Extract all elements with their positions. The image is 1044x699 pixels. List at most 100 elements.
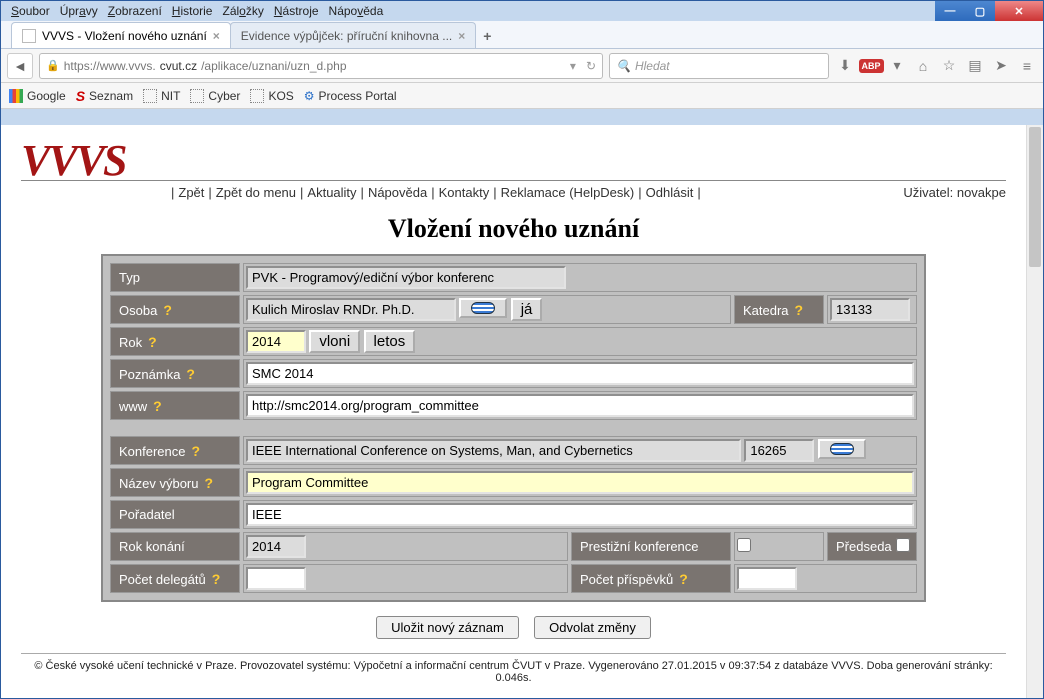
help-icon[interactable]: ?: [795, 302, 804, 318]
label-prestizni: Prestižní konference: [571, 532, 731, 561]
nav-toolbar: ◄ 🔒 https://www.vvvs.cvut.cz/aplikace/uz…: [1, 49, 1043, 83]
home-icon[interactable]: ⌂: [913, 56, 933, 76]
nav-kontakty[interactable]: Kontakty: [435, 185, 494, 200]
bookmark-star-icon[interactable]: ☆: [939, 56, 959, 76]
letos-button[interactable]: letos: [364, 330, 416, 353]
bookmark-seznam[interactable]: S Seznam: [76, 88, 133, 104]
help-icon[interactable]: ?: [212, 571, 221, 587]
nav-aktuality[interactable]: Aktuality: [303, 185, 360, 200]
generic-icon: [190, 89, 204, 103]
bookmark-kos[interactable]: KOS: [250, 89, 293, 103]
help-icon[interactable]: ?: [153, 398, 162, 414]
reader-icon[interactable]: ▤: [965, 56, 985, 76]
top-nav: | Zpět | Zpět do menu | Aktuality | Nápo…: [21, 181, 1006, 206]
help-icon[interactable]: ?: [679, 571, 688, 587]
help-icon[interactable]: ?: [186, 366, 195, 382]
label-pocet-delegatu: Počet delegátů?: [110, 564, 240, 593]
nazev-vyboru-field[interactable]: [246, 471, 914, 494]
menu-bar: Soubor Úpravy Zobrazení Historie Záložky…: [1, 1, 1043, 21]
bookmarks-bar: Google S Seznam NIT Cyber KOS ⚙Process Po…: [1, 83, 1043, 109]
bookmark-google[interactable]: Google: [9, 89, 66, 103]
download-icon[interactable]: ⬇: [835, 56, 855, 76]
konference-id-field[interactable]: [744, 439, 814, 462]
menu-zalozky[interactable]: Záložky: [218, 3, 267, 19]
pocet-delegatu-field[interactable]: [246, 567, 306, 590]
nav-zpet-menu[interactable]: Zpět do menu: [212, 185, 300, 200]
menu-historie[interactable]: Historie: [168, 3, 217, 19]
label-rok: Rok?: [110, 327, 240, 356]
osoba-field[interactable]: [246, 298, 456, 321]
bookmark-label: Process Portal: [319, 89, 397, 103]
nav-odhlasit[interactable]: Odhlásit: [642, 185, 698, 200]
help-icon[interactable]: ?: [204, 475, 213, 491]
form-panel: Typ Osoba? já Katedra? R: [101, 254, 926, 602]
favicon-icon: [22, 29, 36, 43]
app-logo: VVVS: [21, 135, 126, 186]
tab-inactive-label: Evidence výpůjček: příruční knihovna ...: [241, 29, 452, 43]
rok-field[interactable]: [246, 330, 306, 353]
page-title: Vložení nového uznání: [21, 214, 1006, 244]
maximize-button[interactable]: ▢: [965, 1, 995, 21]
typ-field[interactable]: [246, 266, 566, 289]
predseda-checkbox[interactable]: [896, 538, 910, 552]
tab-inactive[interactable]: Evidence výpůjček: příruční knihovna ...…: [230, 22, 476, 48]
menu-zobrazeni[interactable]: Zobrazení: [104, 3, 166, 19]
help-icon[interactable]: ?: [192, 443, 201, 459]
search-box[interactable]: 🔍 Hledat: [609, 53, 829, 79]
label-typ: Typ: [110, 263, 240, 292]
bookmark-nit[interactable]: NIT: [143, 89, 180, 103]
back-button[interactable]: ◄: [7, 53, 33, 79]
window-controls: — ▢ ✕: [935, 1, 1043, 21]
konference-lookup-button[interactable]: [818, 439, 866, 459]
scrollbar-thumb[interactable]: [1029, 127, 1041, 267]
menu-soubor[interactable]: Soubor: [7, 3, 54, 19]
menu-upravy[interactable]: Úpravy: [56, 3, 102, 19]
bookmark-cyber[interactable]: Cyber: [190, 89, 240, 103]
osoba-lookup-button[interactable]: [459, 298, 507, 318]
send-icon[interactable]: ➤: [991, 56, 1011, 76]
nav-zpet[interactable]: Zpět: [174, 185, 208, 200]
tab-active[interactable]: VVVS - Vložení nového uznání ×: [11, 22, 231, 48]
menu-nastroje[interactable]: Nástroje: [270, 3, 323, 19]
list-icon: [471, 302, 495, 314]
hamburger-icon[interactable]: ≡: [1017, 56, 1037, 76]
katedra-field[interactable]: [830, 298, 910, 321]
tab-close-icon[interactable]: ×: [213, 29, 220, 43]
seznam-icon: S: [76, 88, 85, 104]
help-icon[interactable]: ?: [148, 334, 157, 350]
help-icon[interactable]: ?: [163, 302, 172, 318]
prestizni-checkbox[interactable]: [737, 538, 751, 552]
form-actions: Uložit nový záznam Odvolat změny: [21, 616, 1006, 639]
generic-icon: [250, 89, 264, 103]
www-field[interactable]: [246, 394, 914, 417]
label-www: www?: [110, 391, 240, 420]
pocet-prispevku-field[interactable]: [737, 567, 797, 590]
url-dropdown-icon[interactable]: ▾: [570, 59, 576, 73]
vertical-scrollbar[interactable]: [1026, 125, 1043, 698]
page-viewport: VVVS | Zpět | Zpět do menu | Aktuality |…: [1, 125, 1043, 698]
url-prefix: https://www.vvvs.: [64, 59, 156, 73]
ja-button[interactable]: já: [511, 298, 543, 321]
poradatel-field[interactable]: [246, 503, 914, 526]
poznamka-field[interactable]: [246, 362, 914, 385]
reload-icon[interactable]: ↻: [586, 59, 596, 73]
page-footer: © České vysoké učení technické v Praze. …: [21, 660, 1006, 684]
bookmark-label: Seznam: [89, 89, 133, 103]
bookmark-label: Google: [27, 89, 66, 103]
dropdown-icon[interactable]: ▾: [887, 56, 907, 76]
cancel-button[interactable]: Odvolat změny: [534, 616, 651, 639]
tab-add-button[interactable]: +: [475, 24, 499, 48]
nav-reklamace[interactable]: Reklamace (HelpDesk): [497, 185, 639, 200]
konference-field[interactable]: [246, 439, 741, 462]
nav-napoveda[interactable]: Nápověda: [364, 185, 431, 200]
abp-icon[interactable]: ABP: [861, 56, 881, 76]
rok-konani-field[interactable]: [246, 535, 306, 558]
vloni-button[interactable]: vloni: [309, 330, 360, 353]
minimize-button[interactable]: —: [935, 1, 965, 21]
menu-napoveda[interactable]: Nápověda: [325, 3, 388, 19]
save-button[interactable]: Uložit nový záznam: [376, 616, 519, 639]
window-close-button[interactable]: ✕: [995, 1, 1043, 21]
url-bar[interactable]: 🔒 https://www.vvvs.cvut.cz/aplikace/uzna…: [39, 53, 603, 79]
tab-close-icon[interactable]: ×: [458, 29, 465, 43]
bookmark-portal[interactable]: ⚙Process Portal: [304, 89, 397, 103]
